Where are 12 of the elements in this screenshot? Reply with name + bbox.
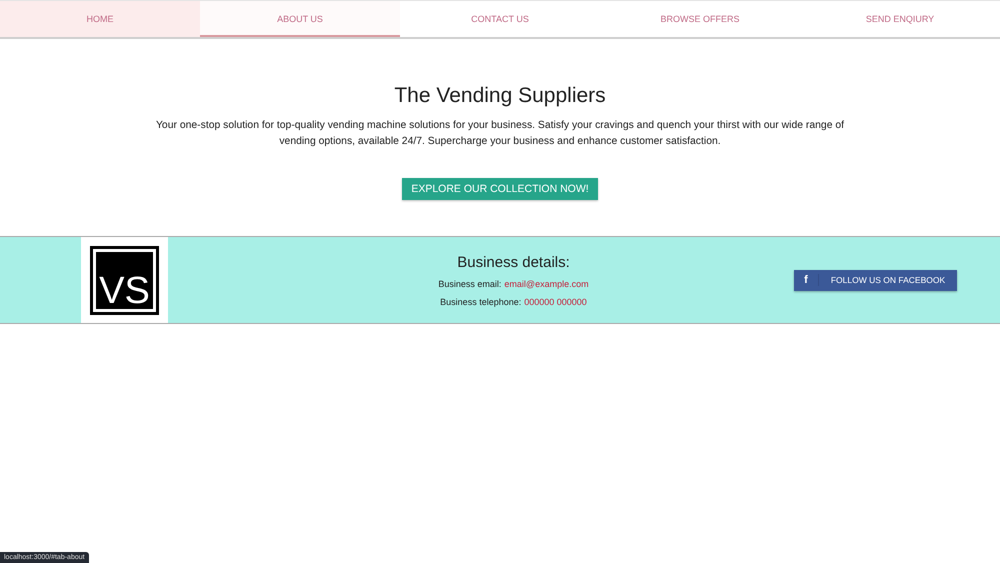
nav-tab[interactable]: ABOUT US (200, 1, 400, 37)
phone-label: Business telephone: (440, 296, 522, 306)
facebook-button[interactable]: f FOLLOW US ON FACEBOOK (794, 270, 957, 290)
email-link[interactable]: email@example.com (504, 278, 589, 288)
phone-link[interactable]: 000000 000000 (524, 296, 587, 306)
email-label: Business email: (438, 278, 502, 288)
explore-button[interactable]: EXPLORE OUR COLLECTION NOW! (402, 178, 598, 200)
nav-tab[interactable]: HOME (0, 1, 200, 37)
details-heading: Business details: (457, 254, 570, 270)
intro-text: Your one-stop solution for top-quality vending machine solutions for your business. Satisfy your cravings and quench your thirst with our wide range of vending options, available 24/7. Supercharge your business and enhance customer satisfaction. (154, 119, 846, 149)
logo: VS (81, 237, 168, 323)
page-title: The Vending Suppliers (394, 84, 606, 108)
